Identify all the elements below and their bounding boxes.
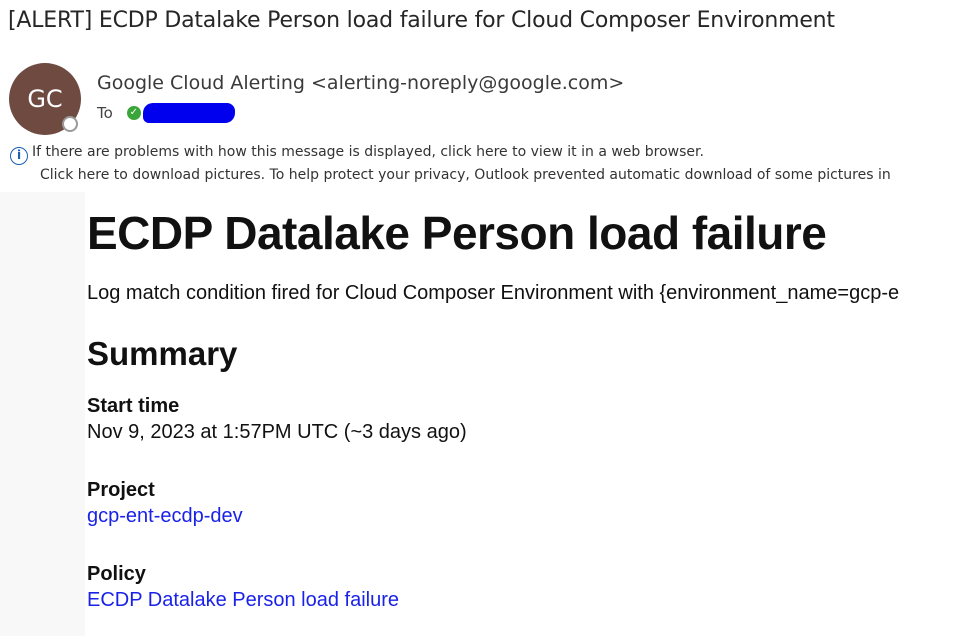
project-link[interactable]: gcp-ent-ecdp-dev [87, 505, 243, 527]
sender-name[interactable]: Google Cloud Alerting <alerting-noreply@… [97, 72, 624, 94]
alert-content: ECDP Datalake Person load failure Log ma… [87, 192, 979, 613]
email-subject: [ALERT] ECDP Datalake Person load failur… [8, 8, 835, 33]
info-icon: i [10, 147, 28, 165]
policy-field: Policy ECDP Datalake Person load failure [87, 561, 979, 613]
alert-description: Log match condition fired for Cloud Comp… [87, 282, 900, 304]
alert-heading: ECDP Datalake Person load failure [87, 207, 827, 259]
check-status-icon: ✓ [126, 106, 141, 120]
to-label: To [97, 104, 113, 122]
avatar-initials: GC [27, 85, 63, 113]
presence-status-icon [62, 116, 78, 132]
view-in-browser-text[interactable]: If there are problems with how this mess… [32, 144, 704, 160]
project-field: Project gcp-ent-ecdp-dev [87, 477, 979, 529]
project-label: Project [87, 479, 155, 501]
download-pictures-text[interactable]: Click here to download pictures. To help… [40, 165, 891, 185]
recipient-line: To ✓ [97, 103, 235, 123]
info-bar[interactable]: i If there are problems with how this mes… [10, 142, 891, 185]
policy-link[interactable]: ECDP Datalake Person load failure [87, 589, 399, 611]
start-time-field: Start time Nov 9, 2023 at 1:57PM UTC (~3… [87, 393, 979, 445]
start-time-value: Nov 9, 2023 at 1:57PM UTC (~3 days ago) [87, 421, 467, 443]
policy-label: Policy [87, 563, 146, 585]
redacted-recipient[interactable] [142, 103, 235, 123]
summary-title: Summary [87, 335, 238, 372]
start-time-label: Start time [87, 395, 180, 417]
